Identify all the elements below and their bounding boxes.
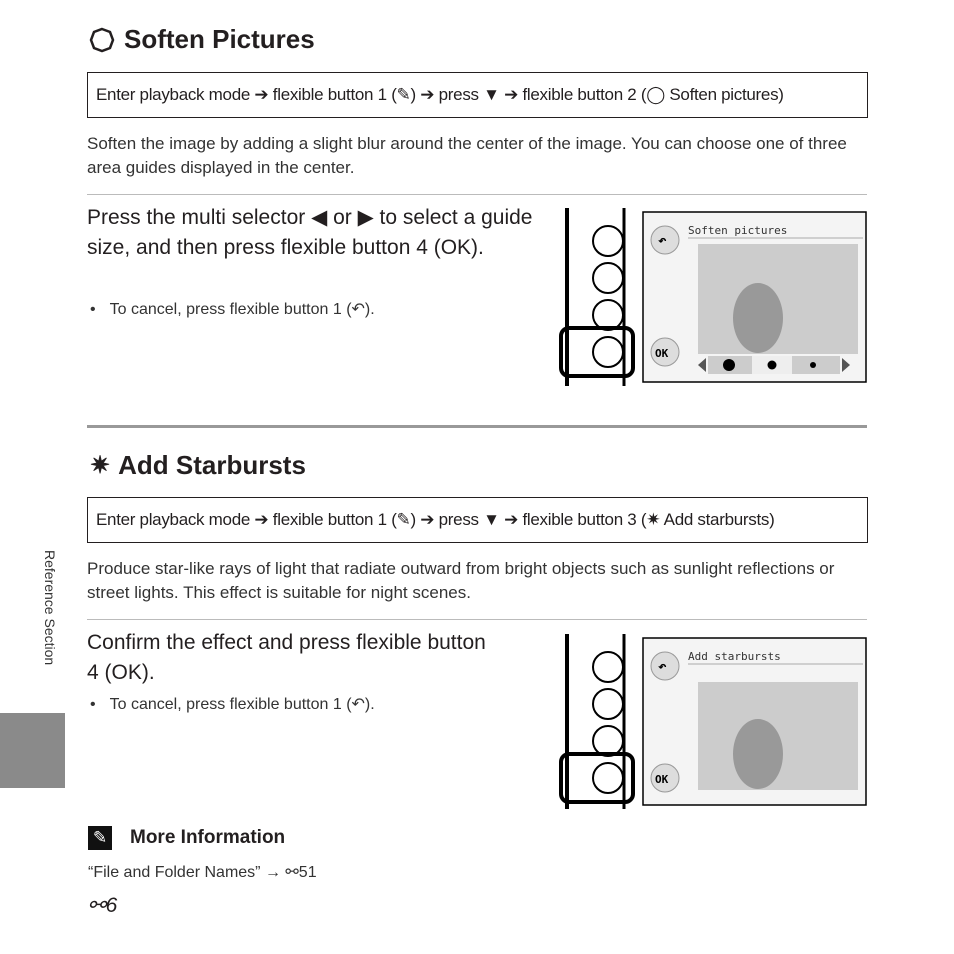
starburst-icon: ✷ [90, 452, 111, 479]
starbursts-cancel-note: To cancel, press flexible button 1 (↶). [90, 694, 375, 714]
soften-icon [89, 27, 115, 52]
side-tab-text: Reference Section [42, 550, 58, 666]
soften-step: Press the multi selector ◀ or ▶ to selec… [87, 206, 533, 259]
soften-heading: Soften Pictures [88, 24, 315, 55]
section-divider [87, 425, 867, 428]
paperclip-icon: ✎ [88, 826, 112, 850]
page-number: ⚯6 [88, 894, 118, 917]
ok-label: OK [655, 773, 669, 786]
starbursts-step: Confirm the effect and press flexible bu… [87, 631, 486, 684]
soften-title: Soften Pictures [124, 24, 315, 54]
divider [87, 194, 867, 195]
svg-text:↶: ↶ [658, 233, 667, 249]
side-tab-marker [0, 713, 65, 788]
soften-description: Soften the image by adding a slight blur… [87, 134, 847, 177]
starbursts-nav-path: Enter playback mode ➔ flexible button 1 … [87, 497, 868, 543]
starbursts-title: Add Starbursts [118, 450, 306, 480]
svg-text:↶: ↶ [658, 659, 667, 675]
manual-page: Soften Pictures Enter playback mode ➔ fl… [0, 0, 954, 954]
screen-title: Add starbursts [688, 650, 781, 663]
ok-label: OK [655, 347, 669, 360]
more-info-link[interactable]: “File and Folder Names” → ⚯51 [88, 862, 317, 882]
starbursts-description: Produce star-like rays of light that rad… [87, 559, 835, 602]
soften-camera-illustration: ↶ Soften pictures OK [558, 208, 868, 391]
divider [87, 619, 867, 620]
soften-cancel-note: To cancel, press flexible button 1 (↶). [90, 299, 375, 319]
screen-title: Soften pictures [688, 224, 787, 237]
more-info-heading: ✎ More Information [88, 826, 285, 850]
soften-nav-path: Enter playback mode ➔ flexible button 1 … [87, 72, 868, 118]
more-info-title: More Information [130, 827, 286, 848]
starbursts-heading: ✷ Add Starbursts [90, 450, 306, 481]
starbursts-camera-illustration: ↶ Add starbursts OK [558, 634, 868, 814]
